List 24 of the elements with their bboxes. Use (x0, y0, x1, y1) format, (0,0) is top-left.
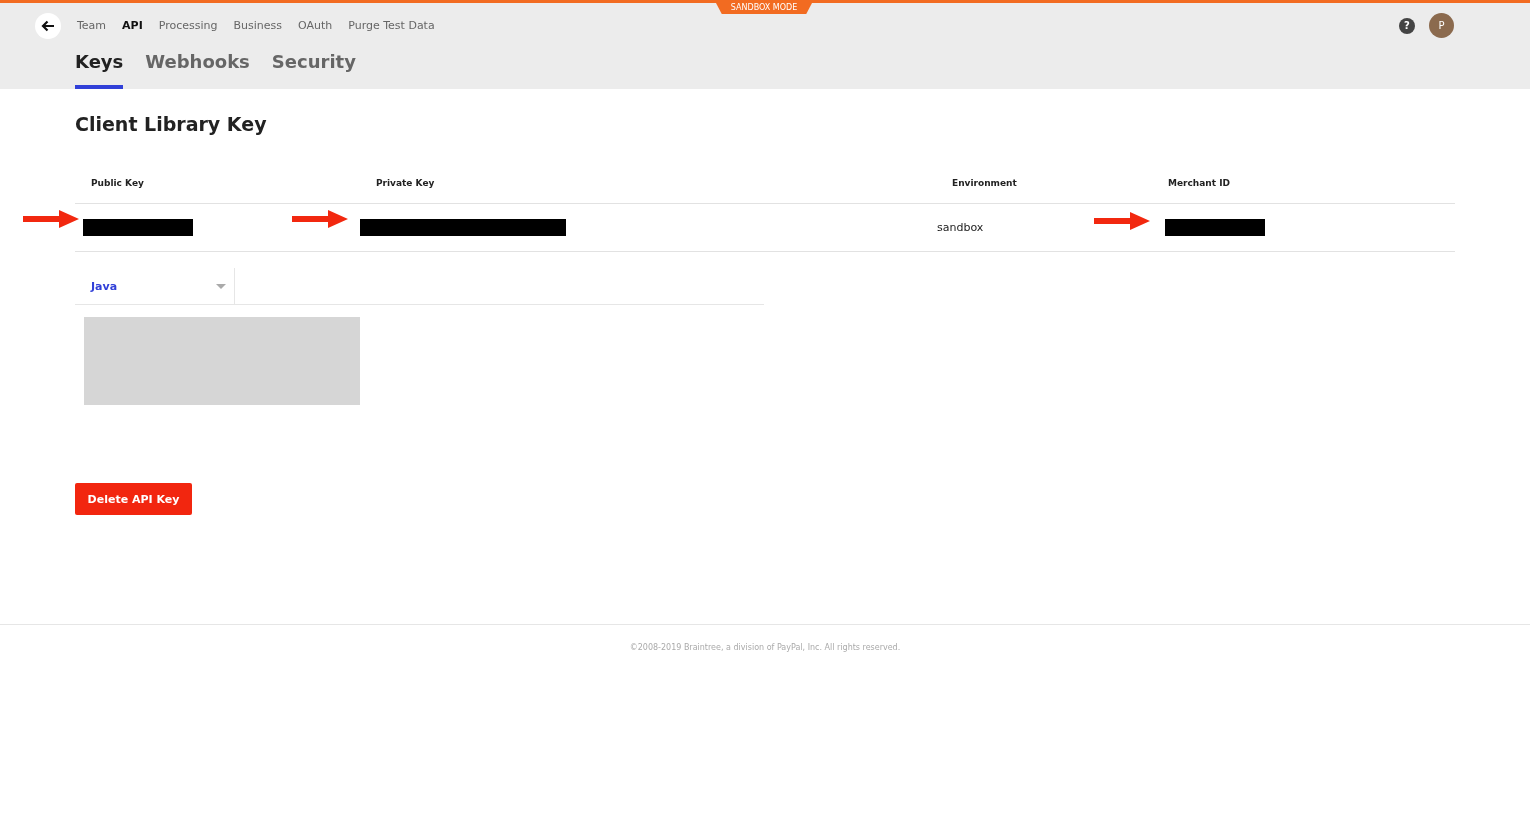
language-dropdown[interactable]: Java (75, 268, 235, 304)
nav-link[interactable]: Team (77, 19, 107, 32)
nav-link[interactable]: API (122, 19, 143, 32)
nav-link[interactable]: Purge Test Data (348, 19, 435, 32)
nav-link[interactable]: OAuth (298, 19, 333, 32)
help-icon[interactable]: ? (1399, 17, 1415, 34)
column-header: Merchant ID (1167, 177, 1231, 188)
tab[interactable]: Webhooks (145, 48, 250, 83)
copyright-text: ©2008-2019 Braintree, a division of PayPal, Inc. All rights reserved. (629, 643, 901, 652)
column-header: Environment (951, 177, 1018, 188)
tab[interactable]: Security (271, 48, 356, 83)
nav-link[interactable]: Business (233, 19, 282, 32)
delete-api-key-button[interactable]: Delete API Key (75, 483, 192, 515)
section-heading: Client Library Key (75, 112, 268, 137)
column-header: Public Key (90, 177, 145, 188)
back-arrow-icon (41, 19, 55, 32)
caret-icon (216, 283, 226, 289)
table-cell: sandbox (937, 221, 984, 234)
column-header: Private Key (375, 177, 436, 188)
tab[interactable]: Keys (75, 48, 124, 89)
sandbox-badge: SANDBOX MODE (716, 3, 812, 14)
nav-link[interactable]: Processing (158, 19, 218, 32)
avatar[interactable]: P (1429, 13, 1454, 38)
back-button[interactable] (35, 12, 61, 39)
